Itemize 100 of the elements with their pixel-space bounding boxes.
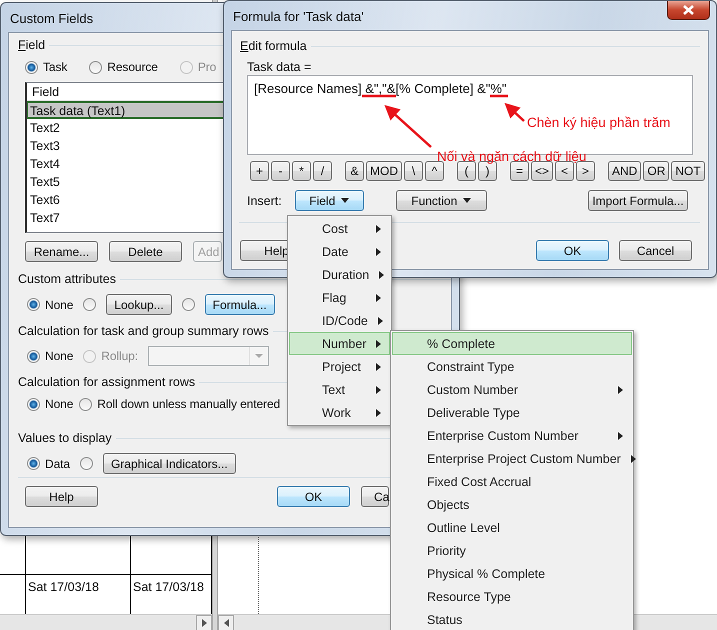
menu-item[interactable]: Duration — [289, 263, 390, 286]
left-arrow-icon — [224, 618, 228, 626]
menu-item[interactable]: Priority — [392, 539, 632, 562]
submenu-arrow-icon — [376, 294, 381, 302]
dialog-button[interactable]: Lookup... — [106, 294, 172, 315]
submenu-arrow-icon — [630, 454, 636, 462]
radio-button[interactable] — [25, 60, 38, 74]
dialog-button[interactable]: OK — [277, 486, 350, 507]
radio-label: Resource — [107, 60, 158, 74]
menu-item[interactable]: Status — [392, 608, 632, 630]
operator-button[interactable]: OR — [643, 161, 670, 181]
menu-item[interactable]: Enterprise Custom Number — [392, 424, 632, 447]
submenu-arrow-icon — [618, 432, 623, 440]
menu-item[interactable]: Project — [289, 355, 390, 378]
scroll-left-button[interactable] — [218, 614, 234, 630]
dialog-button[interactable]: Formula... — [204, 294, 275, 315]
menu-item[interactable]: Resource Type — [392, 585, 632, 608]
caret-icon — [341, 198, 350, 203]
submenu-arrow-icon — [376, 248, 381, 256]
caret-icon — [463, 198, 472, 203]
menu-item[interactable]: Constraint Type — [392, 355, 632, 378]
operator-button[interactable]: > — [576, 161, 596, 181]
insert-button[interactable]: Field — [294, 190, 364, 211]
operator-button[interactable]: \ — [404, 161, 423, 181]
menu-item[interactable]: ID/Code — [289, 309, 390, 332]
operator-button[interactable]: + — [250, 161, 269, 181]
radio-label: Rollup: — [101, 349, 138, 363]
menu-item[interactable]: Flag — [289, 286, 390, 309]
radio-label: Task — [43, 60, 68, 74]
dialog-button[interactable]: Cancel — [619, 240, 692, 261]
radio-button[interactable] — [89, 60, 102, 74]
underline-mark — [490, 94, 508, 98]
insert-label: Insert: — [247, 194, 282, 208]
section-label: Edit formula — [240, 39, 307, 53]
arrow — [504, 102, 525, 122]
radio-label: None — [45, 397, 74, 411]
submenu-arrow-icon — [376, 340, 382, 348]
radio-button[interactable] — [27, 457, 40, 470]
menu-item[interactable]: Deliverable Type — [392, 401, 632, 424]
window-title: Formula for 'Task data' — [233, 9, 364, 24]
radio-label: Data — [45, 456, 70, 470]
radio-label: None — [45, 349, 74, 363]
radio-button[interactable] — [79, 398, 92, 410]
operator-button[interactable]: MOD — [366, 161, 402, 181]
radio-button[interactable] — [27, 298, 40, 311]
radio-button[interactable] — [83, 298, 96, 311]
menu-item[interactable]: Objects — [392, 493, 632, 516]
menu-item[interactable]: Custom Number — [392, 378, 632, 401]
dialog-button[interactable]: Ca — [361, 486, 389, 507]
section-label: Field — [18, 38, 46, 52]
underline-mark — [362, 94, 396, 98]
menu-item[interactable]: Text — [289, 378, 390, 401]
radio-button[interactable] — [80, 457, 93, 470]
menu-item[interactable]: Physical % Complete — [392, 562, 632, 585]
operator-button[interactable]: & — [345, 161, 364, 181]
dialog-button[interactable]: Graphical Indicators... — [102, 453, 236, 474]
section-label: Calculation for task and group summary rows — [18, 324, 269, 338]
operator-button[interactable]: / — [313, 161, 332, 181]
section-label: Calculation for assignment rows — [18, 375, 196, 389]
submenu-arrow-icon — [376, 386, 381, 394]
annotation-text: Chèn ký hiệu phần trăm — [527, 115, 670, 130]
operator-button[interactable]: < — [555, 161, 574, 181]
dialog-button[interactable]: Delete — [109, 241, 182, 262]
dialog-button[interactable]: Help — [25, 486, 98, 507]
arrow — [384, 104, 432, 148]
operator-button[interactable]: <> — [531, 161, 554, 181]
menu-item[interactable]: Enterprise Project Custom Number — [392, 447, 632, 470]
operator-button[interactable]: AND — [608, 161, 642, 181]
expression-label: Task data = — [247, 60, 312, 74]
menu-item[interactable]: Outline Level — [392, 516, 632, 539]
menu-item[interactable]: Fixed Cost Accrual — [392, 470, 632, 493]
dialog-button[interactable]: OK — [536, 240, 609, 261]
section-label: Values to display — [18, 431, 112, 445]
operator-button[interactable]: * — [292, 161, 311, 181]
operator-button[interactable]: NOT — [671, 161, 705, 181]
window-title: Custom Fields — [10, 11, 94, 26]
close-button[interactable] — [667, 1, 710, 20]
operator-button[interactable]: - — [271, 161, 290, 181]
scroll-right-button[interactable] — [196, 614, 212, 630]
operator-button[interactable]: ( — [457, 161, 476, 181]
insert-button[interactable]: Function — [396, 190, 487, 211]
insert-button[interactable]: Import Formula... — [588, 190, 688, 211]
close-icon — [683, 5, 694, 15]
submenu-arrow-icon — [379, 270, 384, 278]
radio-label: Roll down unless manually entered — [97, 397, 280, 411]
submenu-arrow-icon — [376, 408, 381, 416]
radio-button[interactable] — [182, 298, 195, 311]
menu-item[interactable]: Number — [289, 332, 390, 355]
right-arrow-icon — [202, 618, 206, 626]
section-label: Custom attributes — [18, 272, 116, 286]
radio-button[interactable] — [27, 398, 40, 410]
dialog-button[interactable]: Rename... — [25, 241, 98, 262]
submenu-arrow-icon — [618, 386, 623, 394]
operator-button[interactable]: = — [510, 161, 529, 181]
menu-item[interactable]: % Complete — [392, 332, 632, 355]
radio-button[interactable] — [27, 350, 40, 362]
radio-label: Pro — [198, 60, 216, 74]
menu-item[interactable]: Work — [289, 401, 390, 424]
operator-button[interactable]: ^ — [425, 161, 444, 181]
menu-item[interactable]: Cost — [289, 217, 390, 240]
